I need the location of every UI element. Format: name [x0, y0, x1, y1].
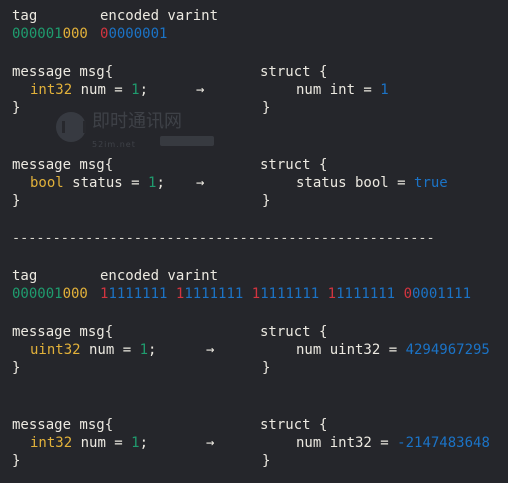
struct-field: num uint32 = 4294967295	[296, 341, 490, 359]
field-number: 1	[131, 435, 140, 451]
divider-line: ----------------------------------------…	[12, 230, 435, 246]
varint-bits: 00000001	[100, 25, 167, 43]
varint-msb: 1	[327, 286, 337, 302]
tag-bits-wiretype: 000	[62, 26, 88, 42]
varint-msb: 0	[403, 286, 412, 302]
struct-field-value: -2147483648	[397, 435, 490, 451]
message-line: message msg{	[12, 417, 114, 433]
struct-close: }	[262, 193, 271, 209]
message-field: bool status = 1;	[30, 174, 165, 192]
field-semicolon: ;	[156, 175, 165, 191]
field-semicolon: ;	[139, 435, 149, 451]
watermark-subtitle: 52im.net	[92, 140, 136, 149]
struct-line: struct {	[260, 64, 328, 80]
arrow-icon: →	[196, 82, 205, 98]
field-number: 1	[131, 82, 140, 98]
field-type: bool	[30, 175, 64, 191]
field-type: int32	[30, 435, 73, 451]
varint-payload: 1111111	[108, 286, 168, 302]
code-canvas: tag encoded varint 000001000 00000001 me…	[0, 0, 508, 483]
message-close: }	[12, 453, 21, 469]
struct-line: struct {	[260, 157, 328, 173]
struct-field-value: 1	[380, 82, 389, 98]
tag-label: tag	[12, 8, 38, 24]
tag-bits: 000001000	[12, 285, 88, 303]
field-name: status =	[63, 175, 149, 191]
field-name: num =	[80, 342, 140, 358]
message-field: int32 num = 1;	[30, 81, 148, 99]
field-type: uint32	[30, 342, 81, 358]
message-field: uint32 num = 1;	[30, 341, 156, 359]
arrow-icon: →	[196, 175, 205, 191]
struct-field-value: true	[414, 175, 448, 191]
message-close: }	[12, 100, 21, 116]
encoded-varint-label: encoded varint	[100, 268, 219, 284]
field-number: 1	[139, 342, 149, 358]
struct-close: }	[262, 360, 271, 376]
struct-field: status bool = true	[296, 174, 448, 192]
struct-field-decl: num int =	[296, 82, 381, 98]
struct-field: num int32 = -2147483648	[296, 434, 490, 452]
struct-field-decl: num uint32 =	[296, 342, 406, 358]
field-name: num =	[72, 82, 132, 98]
varint-payload: 1111111	[260, 286, 320, 302]
encoded-varint-label: encoded varint	[100, 8, 219, 24]
tag-bits-field: 000001	[12, 26, 63, 42]
varint-payload: 0000001	[108, 26, 168, 42]
varint-bits: 11111111 11111111 11111111 11111111 0000…	[100, 285, 471, 303]
watermark: 即时通讯网 52im.net	[56, 112, 216, 152]
struct-close: }	[262, 100, 271, 116]
struct-close: }	[262, 453, 271, 469]
tag-bits: 000001000	[12, 25, 88, 43]
message-close: }	[12, 193, 21, 209]
watermark-badge	[160, 136, 214, 146]
field-name: num =	[72, 435, 132, 451]
varint-msb: 1	[251, 286, 261, 302]
field-semicolon: ;	[148, 342, 157, 358]
struct-field: num int = 1	[296, 81, 389, 99]
struct-field-decl: num int32 =	[296, 435, 398, 451]
watermark-logo-icon	[56, 112, 86, 142]
varint-payload: 1111111	[184, 286, 244, 302]
arrow-icon: →	[206, 435, 215, 451]
varint-payload: 1111111	[336, 286, 396, 302]
struct-line: struct {	[260, 417, 328, 433]
field-type: int32	[30, 82, 73, 98]
struct-field-value: 4294967295	[405, 342, 490, 358]
struct-line: struct {	[260, 324, 328, 340]
tag-bits-wiretype: 000	[62, 286, 88, 302]
message-field: int32 num = 1;	[30, 434, 148, 452]
message-line: message msg{	[12, 324, 114, 340]
tag-label: tag	[12, 268, 38, 284]
tag-bits-field: 000001	[12, 286, 63, 302]
arrow-icon: →	[206, 342, 215, 358]
message-close: }	[12, 360, 21, 376]
varint-payload: 0001111	[412, 286, 472, 302]
watermark-title: 即时通讯网	[92, 111, 182, 132]
struct-field-decl: status bool =	[296, 175, 415, 191]
message-line: message msg{	[12, 64, 114, 80]
field-semicolon: ;	[139, 82, 149, 98]
message-line: message msg{	[12, 157, 114, 173]
